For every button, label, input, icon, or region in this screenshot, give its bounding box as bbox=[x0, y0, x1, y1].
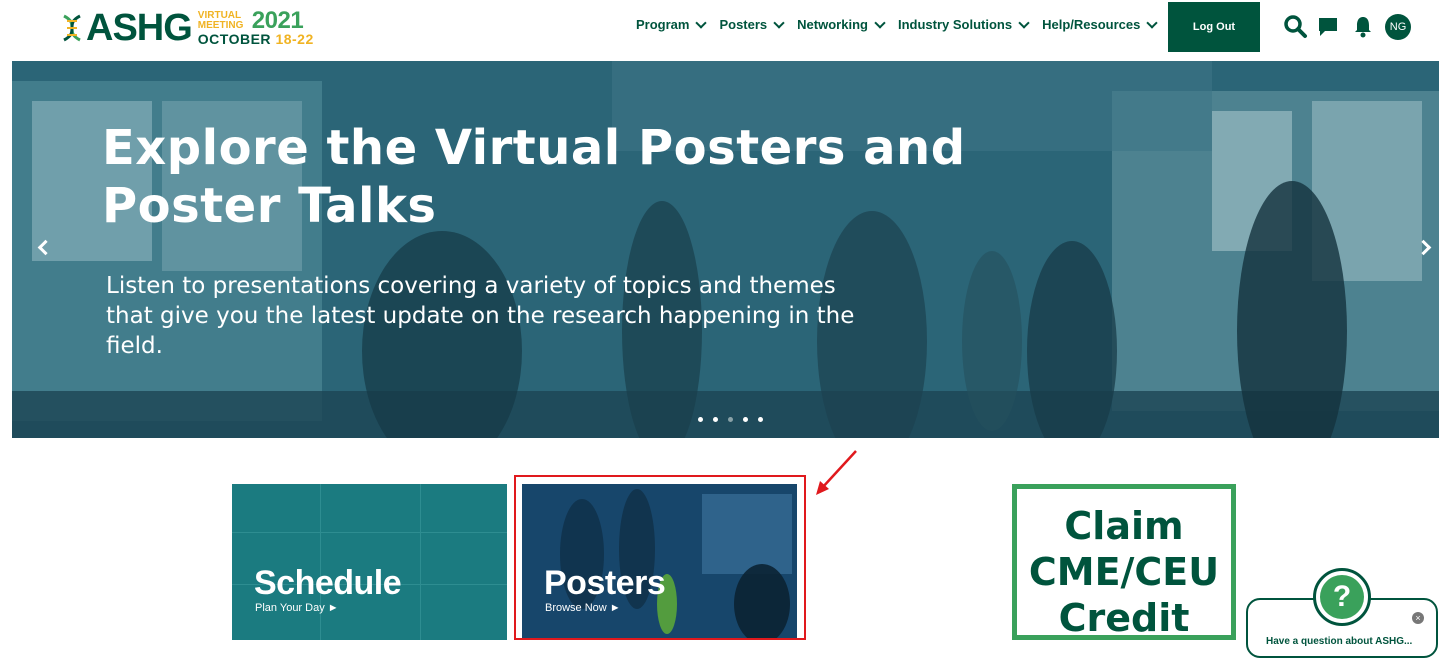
chevron-down-icon bbox=[695, 16, 708, 29]
nav-help-resources[interactable]: Help/Resources bbox=[1042, 16, 1159, 32]
nav-networking[interactable]: Networking bbox=[797, 16, 886, 32]
logo-month: OCTOBER bbox=[197, 31, 272, 47]
chevron-down-icon bbox=[773, 16, 785, 29]
logo-days: 18-22 bbox=[275, 31, 314, 47]
chevron-left-icon bbox=[37, 239, 54, 256]
posters-tile-title: Posters bbox=[544, 564, 666, 602]
cme-text: Claim CME/CEU Credit bbox=[1017, 503, 1231, 640]
carousel-prev-button[interactable] bbox=[34, 237, 56, 259]
dna-helix-icon bbox=[63, 14, 81, 42]
carousel-next-button[interactable] bbox=[1415, 237, 1438, 259]
cme-line-2: CME/CEU bbox=[1028, 550, 1220, 594]
carousel-dot[interactable] bbox=[743, 417, 748, 422]
carousel-dot-active[interactable] bbox=[728, 417, 733, 422]
hero-title: Explore the Virtual Posters and Poster T… bbox=[102, 120, 966, 234]
posters-tile[interactable]: Posters Browse Now ► bbox=[522, 484, 797, 640]
hero-subtitle: Listen to presentations covering a varie… bbox=[106, 273, 855, 359]
nav-program[interactable]: Program bbox=[636, 16, 708, 32]
nav-help-resources-label: Help/Resources bbox=[1042, 17, 1141, 32]
bell-icon[interactable] bbox=[1350, 13, 1376, 39]
log-out-button[interactable]: Log Out bbox=[1168, 2, 1260, 52]
chevron-down-icon bbox=[1146, 16, 1159, 29]
nav-industry-solutions[interactable]: Industry Solutions bbox=[897, 16, 1030, 32]
logo-meeting-info: VIRTUAL MEETING 2021 OCTOBER 18-22 bbox=[197, 7, 314, 47]
search-icon[interactable] bbox=[1282, 13, 1308, 39]
nav-networking-label: Networking bbox=[797, 17, 868, 32]
cme-line-1: Claim bbox=[1064, 504, 1184, 548]
nav-industry-solutions-label: Industry Solutions bbox=[897, 17, 1013, 32]
user-avatar[interactable]: NG bbox=[1385, 14, 1411, 40]
red-arrow-annotation bbox=[816, 450, 857, 495]
posters-tile-link[interactable]: Browse Now ► bbox=[545, 602, 621, 614]
cme-credit-banner[interactable]: Claim CME/CEU Credit bbox=[1012, 484, 1236, 640]
schedule-tile-background bbox=[232, 484, 507, 640]
site-header: ASHG VIRTUAL MEETING 2021 OCTOBER 18-22 … bbox=[0, 0, 1439, 58]
carousel-dots bbox=[698, 417, 763, 422]
cme-line-3: Credit bbox=[1058, 596, 1190, 640]
chevron-right-icon bbox=[1415, 239, 1432, 256]
chat-icon[interactable] bbox=[1315, 13, 1341, 39]
schedule-tile-link[interactable]: Plan Your Day ► bbox=[255, 602, 339, 614]
carousel-dot[interactable] bbox=[758, 417, 763, 422]
carousel-dot[interactable] bbox=[698, 417, 703, 422]
schedule-tile[interactable]: Schedule Plan Your Day ► bbox=[232, 484, 507, 640]
help-popup-text: Have a question about ASHG... bbox=[1266, 636, 1413, 647]
logo-dates: OCTOBER 18-22 bbox=[198, 32, 314, 46]
chevron-down-icon bbox=[874, 16, 886, 29]
close-icon[interactable]: × bbox=[1412, 612, 1424, 624]
posters-tile-background bbox=[522, 484, 797, 640]
hero-background-photo bbox=[12, 61, 1439, 438]
carousel-dot[interactable] bbox=[713, 417, 718, 422]
help-question-icon[interactable]: ? bbox=[1313, 568, 1371, 626]
nav-posters-label: Posters bbox=[719, 17, 768, 32]
logo-wordmark: ASHG bbox=[86, 7, 193, 49]
nav-posters[interactable]: Posters bbox=[719, 16, 785, 32]
ashg-logo[interactable]: ASHG VIRTUAL MEETING 2021 OCTOBER 18-22 bbox=[60, 8, 314, 48]
nav-program-label: Program bbox=[636, 17, 690, 32]
chevron-down-icon bbox=[1018, 16, 1030, 29]
main-nav: Program Posters Networking Industry Solu… bbox=[636, 16, 1170, 32]
logo-year: 2021 bbox=[251, 7, 304, 34]
cme-color-bar bbox=[1012, 484, 1236, 489]
logo-virtual-meeting: VIRTUAL MEETING bbox=[197, 10, 244, 31]
schedule-tile-title: Schedule bbox=[254, 564, 402, 602]
hero-carousel: Explore the Virtual Posters and Poster T… bbox=[12, 61, 1439, 438]
help-badge-glyph: ? bbox=[1320, 575, 1364, 619]
